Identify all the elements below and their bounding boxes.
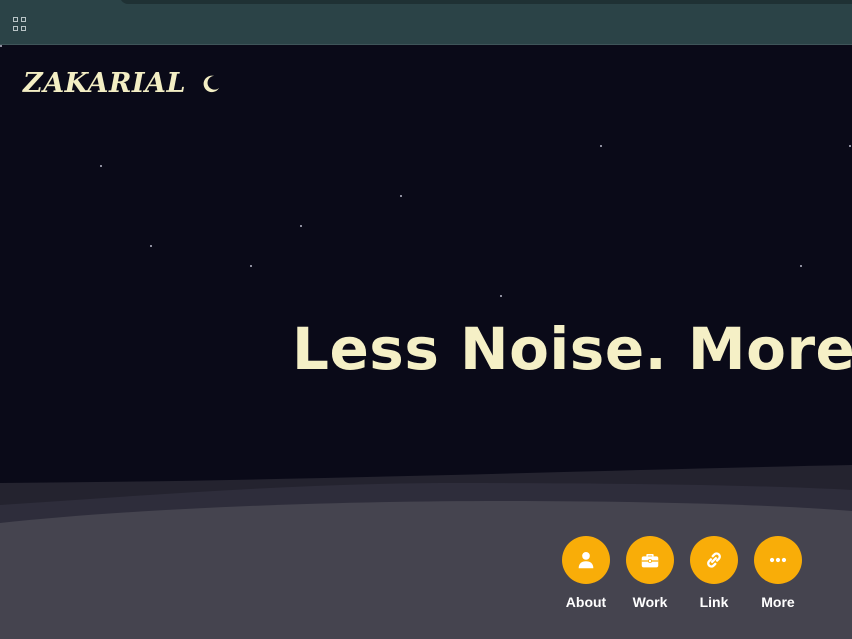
nav-about-button[interactable]: About [562, 536, 610, 610]
star [150, 245, 152, 247]
star [400, 195, 402, 197]
nav-link-circle[interactable] [690, 536, 738, 584]
star [300, 225, 302, 227]
top-bar [0, 0, 852, 45]
link-icon [707, 552, 721, 568]
hero-headline: Less Noise. More Pu [292, 315, 852, 383]
tab-strip [120, 0, 852, 4]
nav-about-circle[interactable] [562, 536, 610, 584]
star [500, 295, 502, 297]
nav-work-button[interactable]: Work [626, 536, 674, 610]
hero-section: ZAKARIAL Less Noise. More Pu About [0, 45, 852, 639]
apps-grid-icon[interactable] [13, 17, 27, 31]
nav-more-button[interactable]: More [754, 536, 802, 610]
nav-more-circle[interactable] [754, 536, 802, 584]
star [250, 265, 252, 267]
star [100, 165, 102, 167]
nav-work-circle[interactable] [626, 536, 674, 584]
brand: ZAKARIAL [23, 68, 222, 99]
nav-link-button[interactable]: Link [690, 536, 738, 610]
star [800, 265, 802, 267]
nav-more-label: More [761, 594, 795, 610]
star [600, 145, 602, 147]
nav-about-label: About [565, 594, 607, 610]
more-icon [769, 557, 787, 563]
user-icon [578, 552, 594, 569]
bottom-nav: About Work Link More [562, 536, 802, 610]
nav-work-label: Work [632, 594, 668, 610]
briefcase-icon [641, 554, 659, 568]
star [849, 145, 851, 147]
brand-logo-text[interactable]: ZAKARIAL [23, 68, 186, 99]
star [0, 45, 2, 47]
moon-icon[interactable] [200, 73, 222, 95]
nav-link-label: Link [699, 594, 729, 610]
